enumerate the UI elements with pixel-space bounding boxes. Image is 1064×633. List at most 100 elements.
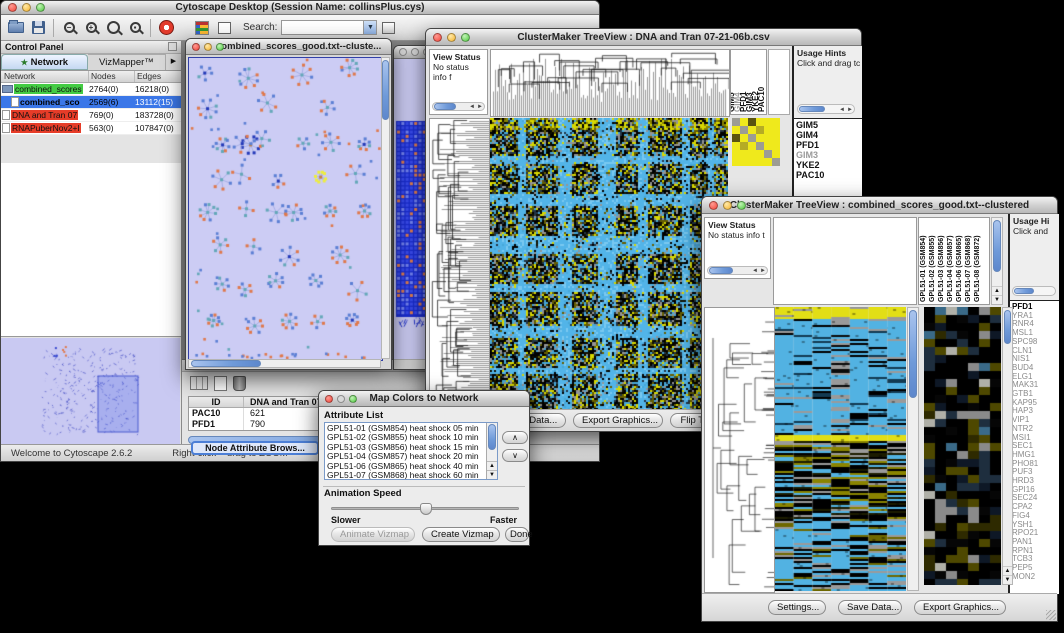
network-canvas[interactable] [188,57,383,361]
matrix-cell[interactable] [772,142,780,150]
arrow-right-icon[interactable]: ► [477,103,483,111]
minimize-icon[interactable] [337,395,345,403]
network-vscrollbar[interactable] [381,57,390,359]
network-table-row[interactable]: combined_scores2764(0)16218(0) [1,83,181,96]
matrix-cell[interactable] [732,150,740,158]
matrix-cell[interactable] [740,126,748,134]
main-titlebar[interactable]: Cytoscape Desktop (Session Name: collins… [1,1,599,15]
matrix-cell[interactable] [732,126,740,134]
matrix-cell[interactable] [740,142,748,150]
tv1-hints-scrollbar[interactable]: ◄ ► [797,104,855,114]
network-table-row[interactable]: combined_sco2569(6)13112(15) [1,96,181,109]
matrix-cell[interactable] [748,158,756,166]
tv1-column-dendrogram[interactable] [490,49,730,117]
gene-label[interactable]: GIM3 [794,150,862,160]
zoom-fit-button[interactable] [102,18,124,38]
matrix-cell[interactable] [732,142,740,150]
close-icon[interactable] [709,201,718,210]
resize-grip[interactable] [1046,610,1056,620]
matrix-cell[interactable] [756,134,764,142]
matrix-cell[interactable] [740,158,748,166]
matrix-cell[interactable] [764,118,772,126]
scroll-up-icon[interactable]: ▲ [1003,566,1012,575]
tv2-zoom-heatmap[interactable] [924,307,1001,585]
export-graphics-button[interactable]: Export Graphics... [573,413,663,428]
node-attribute-browser-tab[interactable]: Node Attribute Brows... [191,441,319,455]
gene-label[interactable]: PFD1 [794,140,862,150]
zoom-in-button[interactable]: + [80,18,102,38]
zoom-window-icon[interactable] [461,33,470,42]
annotation-tool-button[interactable] [213,18,235,38]
zoom-window-icon[interactable] [216,43,224,51]
open-button[interactable] [5,18,27,38]
window-controls[interactable] [8,3,45,12]
attribute-browser-button[interactable] [377,18,399,38]
network-table-row[interactable]: DNA and Tran 07769(0)183728(0) [1,109,181,122]
vizmap-tool-button[interactable] [191,18,213,38]
matrix-cell[interactable] [772,126,780,134]
scroll-down-icon[interactable]: ▼ [1003,575,1012,584]
search-input[interactable]: ▼ [281,20,377,35]
done-button[interactable]: Done [505,527,529,542]
minimize-icon[interactable] [204,43,212,51]
arrow-right-icon[interactable]: ► [847,106,853,114]
matrix-cell[interactable] [764,134,772,142]
tv2-row-dendrogram[interactable] [704,307,775,593]
matrix-cell[interactable] [764,126,772,134]
arrow-left-icon[interactable]: ◄ [469,103,475,111]
close-icon[interactable] [192,43,200,51]
minimize-icon[interactable] [447,33,456,42]
move-down-button[interactable]: ∨ [502,449,528,462]
move-up-button[interactable]: ∧ [502,431,528,444]
gene-label[interactable]: GIM4 [794,130,862,140]
col-edges[interactable]: Edges [135,71,181,82]
new-attribute-icon[interactable] [214,376,227,391]
save-data-button[interactable]: Save Data... [838,600,902,615]
minimize-icon[interactable] [22,3,31,12]
matrix-cell[interactable] [772,158,780,166]
scroll-up-icon[interactable]: ▲ [992,286,1002,295]
dialog-titlebar[interactable]: Map Colors to Network [319,391,529,407]
tv2-heat-scrollbar[interactable] [907,307,919,591]
matrix-cell[interactable] [756,150,764,158]
zoom-out-button[interactable]: − [58,18,80,38]
attribute-list-scrollbar[interactable]: ▲ ▼ [486,423,497,479]
matrix-cell[interactable] [772,134,780,142]
matrix-cell[interactable] [732,134,740,142]
tv2-hints-scrollbar[interactable] [1012,286,1056,296]
tv1-row-dendrogram[interactable] [429,118,490,416]
slider-thumb[interactable] [420,503,432,515]
animate-vizmap-button[interactable]: Animate Vizmap [331,527,415,542]
tv2-global-heatmap[interactable] [775,307,906,591]
gene-label[interactable]: MON2 [1010,573,1059,582]
select-attributes-icon[interactable] [190,376,208,390]
tv2-collabels-scrollbar[interactable]: ▲ ▼ [991,217,1003,305]
col-nodes[interactable]: Nodes [89,71,135,82]
birdseye-view-canvas[interactable] [1,338,180,444]
network-hscrollbar[interactable] [188,359,381,368]
tab-network[interactable]: ★ Network [1,54,88,70]
delete-attribute-icon[interactable] [233,376,246,391]
tv1-zoom-heatmap[interactable] [732,118,780,166]
close-icon[interactable] [8,3,17,12]
attribute-item[interactable]: GPL51-07 (GSM868) heat shock 60 min [327,471,497,480]
zoom-selected-button[interactable]: ▪ [124,18,146,38]
tab-vizmapper[interactable]: VizMapper™ [88,54,165,70]
matrix-cell[interactable] [756,118,764,126]
settings-button[interactable]: Settings... [768,600,826,615]
tv2-status-scrollbar[interactable]: ◄ ► [707,266,768,275]
minimize-icon[interactable] [411,48,419,56]
matrix-cell[interactable] [764,158,772,166]
matrix-cell[interactable] [748,126,756,134]
tv1-global-heatmap[interactable] [490,118,728,414]
scroll-down-icon[interactable]: ▼ [992,295,1002,304]
matrix-cell[interactable] [756,158,764,166]
close-icon[interactable] [399,48,407,56]
matrix-cell[interactable] [732,158,740,166]
tv1-status-scrollbar[interactable]: ◄ ► [432,102,485,111]
matrix-cell[interactable] [756,126,764,134]
close-icon[interactable] [325,395,333,403]
animation-speed-slider[interactable] [331,507,519,510]
zoom-window-icon[interactable] [36,3,45,12]
matrix-cell[interactable] [772,118,780,126]
